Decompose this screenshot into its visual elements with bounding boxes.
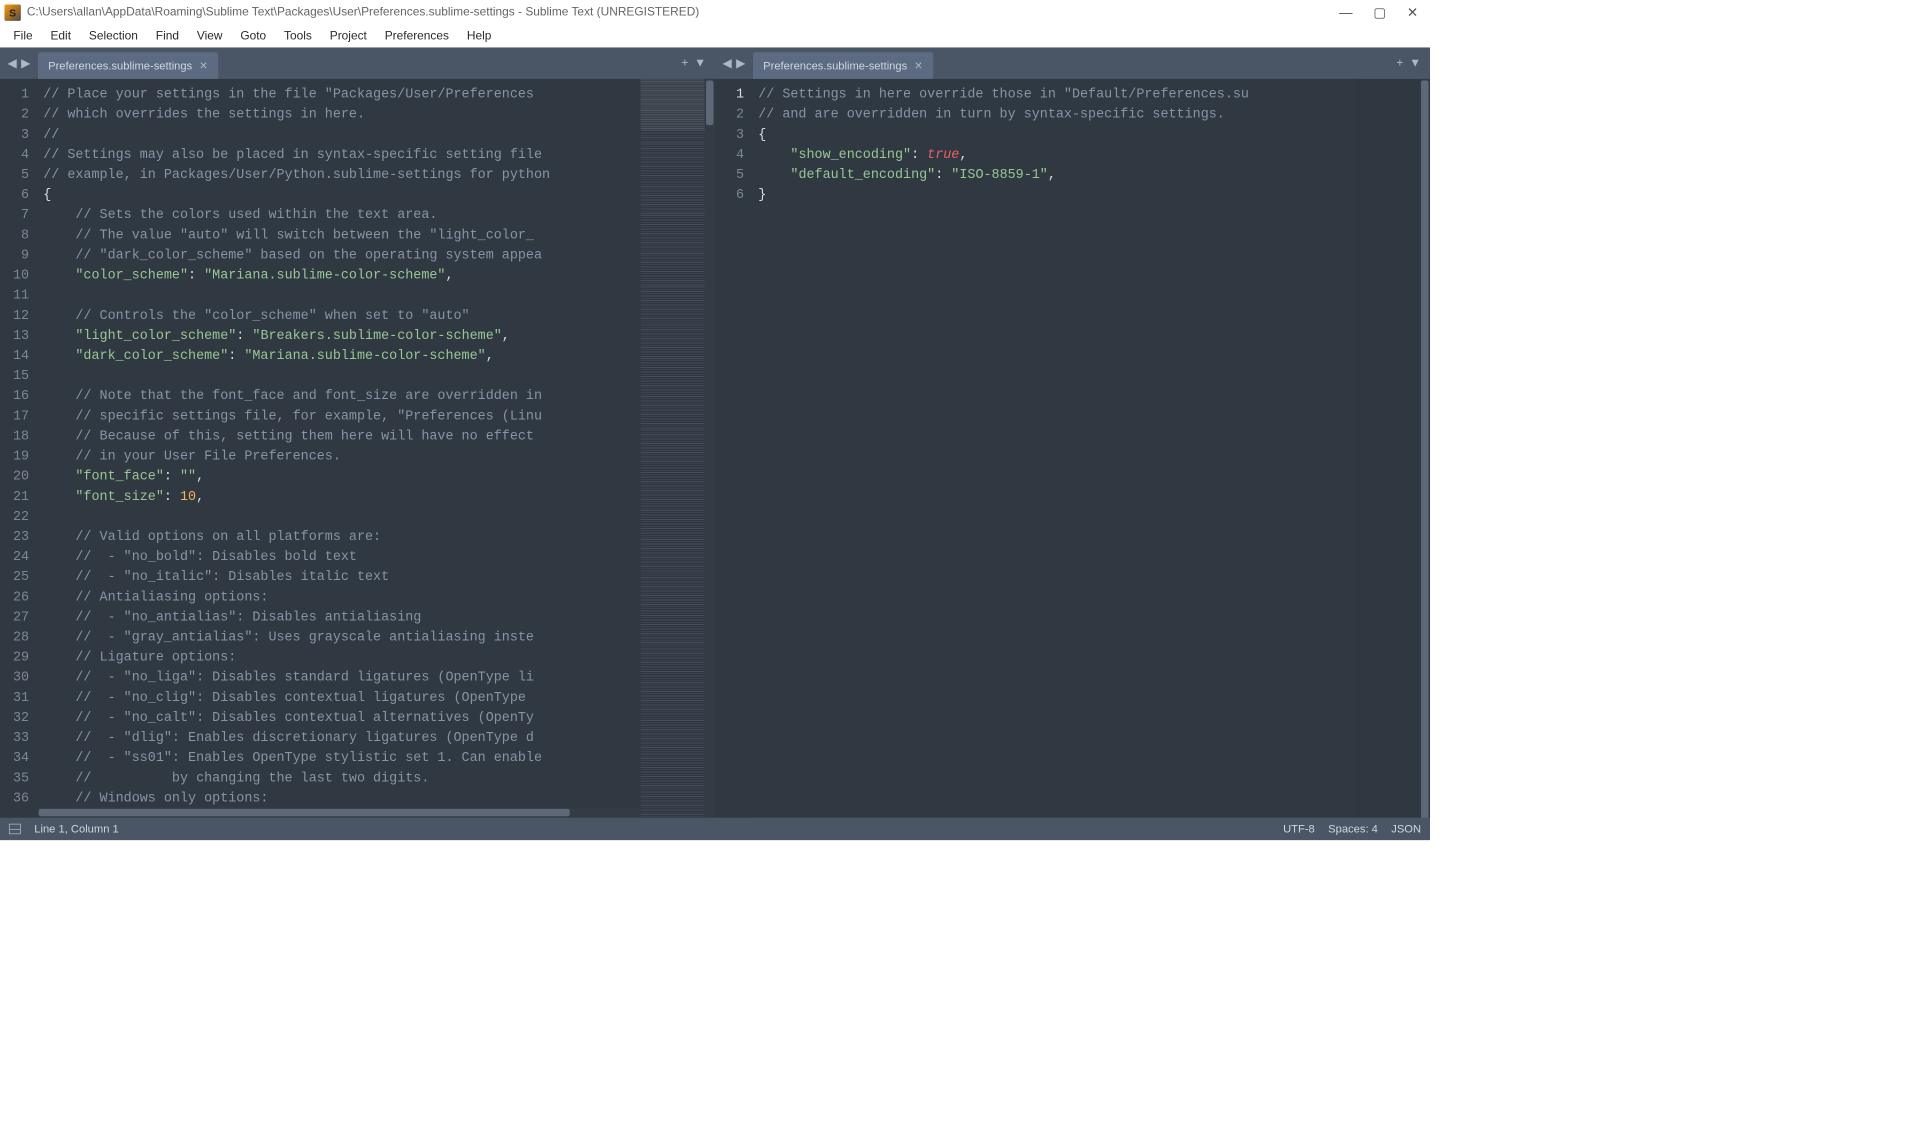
tab-close-icon[interactable]: × (200, 58, 208, 74)
new-tab-icon[interactable]: + (681, 57, 688, 70)
tab-prev-icon[interactable]: ◀ (721, 54, 733, 72)
vscrollbar-right[interactable] (1420, 79, 1430, 818)
app-icon: S (4, 4, 20, 20)
menu-view[interactable]: View (188, 26, 231, 45)
panel-switcher-icon[interactable] (9, 824, 21, 834)
code-left[interactable]: // Place your settings in the file "Pack… (37, 79, 640, 818)
status-cursor[interactable]: Line 1, Column 1 (34, 823, 118, 836)
pane-left: ◀ ▶ Preferences.sublime-settings × + ▼ 1… (0, 48, 715, 818)
gutter-left: 1234567891011121314151617181920212223242… (0, 79, 37, 818)
statusbar: Line 1, Column 1 UTF-8 Spaces: 4 JSON (0, 818, 1430, 840)
tab-preferences-left[interactable]: Preferences.sublime-settings × (38, 52, 218, 79)
pane-right: ◀ ▶ Preferences.sublime-settings × + ▼ 1… (715, 48, 1430, 818)
tabbar-right: ◀ ▶ Preferences.sublime-settings × + ▼ (715, 48, 1430, 79)
tab-prev-icon[interactable]: ◀ (6, 54, 18, 72)
tab-next-icon[interactable]: ▶ (735, 54, 747, 72)
menu-find[interactable]: Find (147, 26, 188, 45)
menu-help[interactable]: Help (458, 26, 500, 45)
tabbar-left: ◀ ▶ Preferences.sublime-settings × + ▼ (0, 48, 715, 79)
minimize-button[interactable]: ― (1339, 5, 1352, 21)
tab-nav-left: ◀ ▶ (0, 48, 38, 79)
vscrollbar-left[interactable] (705, 79, 715, 818)
window-title: C:\Users\allan\AppData\Roaming\Sublime T… (27, 6, 699, 19)
workspace: ◀ ▶ Preferences.sublime-settings × + ▼ 1… (0, 48, 1430, 818)
window-controls: ― ▢ ✕ (1339, 5, 1418, 21)
tab-dropdown-icon[interactable]: ▼ (694, 57, 706, 70)
minimap-right[interactable] (1356, 79, 1420, 818)
status-encoding[interactable]: UTF-8 (1283, 823, 1315, 836)
code-right[interactable]: // Settings in here override those in "D… (752, 79, 1355, 818)
menu-goto[interactable]: Goto (231, 26, 275, 45)
close-button[interactable]: ✕ (1407, 5, 1418, 21)
tab-nav-right: ◀ ▶ (715, 48, 753, 79)
status-indent[interactable]: Spaces: 4 (1328, 823, 1378, 836)
editor-left[interactable]: 1234567891011121314151617181920212223242… (0, 79, 715, 818)
tab-label: Preferences.sublime-settings (48, 59, 192, 72)
tab-close-icon[interactable]: × (915, 58, 923, 74)
status-syntax[interactable]: JSON (1391, 823, 1421, 836)
tab-preferences-right[interactable]: Preferences.sublime-settings × (753, 52, 933, 79)
maximize-button[interactable]: ▢ (1373, 5, 1386, 21)
menu-tools[interactable]: Tools (275, 26, 321, 45)
menu-edit[interactable]: Edit (42, 26, 80, 45)
hscrollbar-left[interactable] (37, 807, 640, 817)
gutter-right: 123456 (715, 79, 752, 818)
tab-next-icon[interactable]: ▶ (20, 54, 32, 72)
new-tab-icon[interactable]: + (1396, 57, 1403, 70)
tab-dropdown-icon[interactable]: ▼ (1409, 57, 1421, 70)
menu-selection[interactable]: Selection (80, 26, 147, 45)
menu-project[interactable]: Project (321, 26, 376, 45)
menubar: File Edit Selection Find View Goto Tools… (0, 25, 1430, 47)
tab-label: Preferences.sublime-settings (763, 59, 907, 72)
menu-preferences[interactable]: Preferences (376, 26, 458, 45)
menu-file[interactable]: File (4, 26, 41, 45)
editor-right[interactable]: 123456 // Settings in here override thos… (715, 79, 1430, 818)
minimap-left[interactable] (641, 79, 705, 818)
titlebar: S C:\Users\allan\AppData\Roaming\Sublime… (0, 0, 1430, 25)
